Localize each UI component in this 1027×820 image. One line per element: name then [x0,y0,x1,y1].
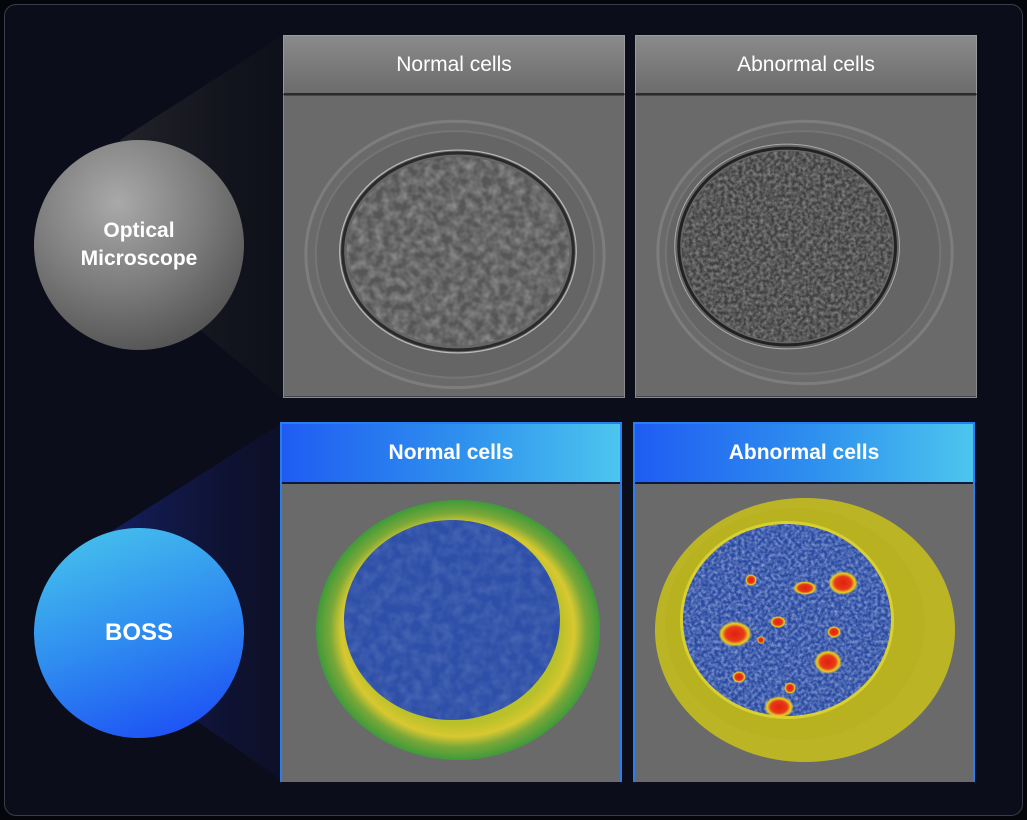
optical-microscope-circle: Optical Microscope [34,140,244,350]
boss-abnormal-panel: Abnormal cells [633,422,975,782]
boss-abnormal-image [635,484,973,782]
optical-normal-image [283,95,625,398]
boss-abnormal-header: Abnormal cells [635,424,973,484]
boss-label: BOSS [104,619,173,646]
boss-normal-image [282,484,620,782]
boss-normal-panel: Normal cells [280,422,622,782]
optical-abnormal-image [635,95,977,398]
optical-abnormal-panel: Abnormal cells [635,35,977,398]
optical-normal-panel: Normal cells [283,35,625,398]
optical-label-line1: Optical [103,219,175,242]
optical-abnormal-header: Abnormal cells [635,35,977,95]
optical-normal-header: Normal cells [283,35,625,95]
boss-circle: BOSS [34,528,244,738]
boss-normal-header: Normal cells [282,424,620,484]
optical-label-line2: Microscope [80,247,198,270]
